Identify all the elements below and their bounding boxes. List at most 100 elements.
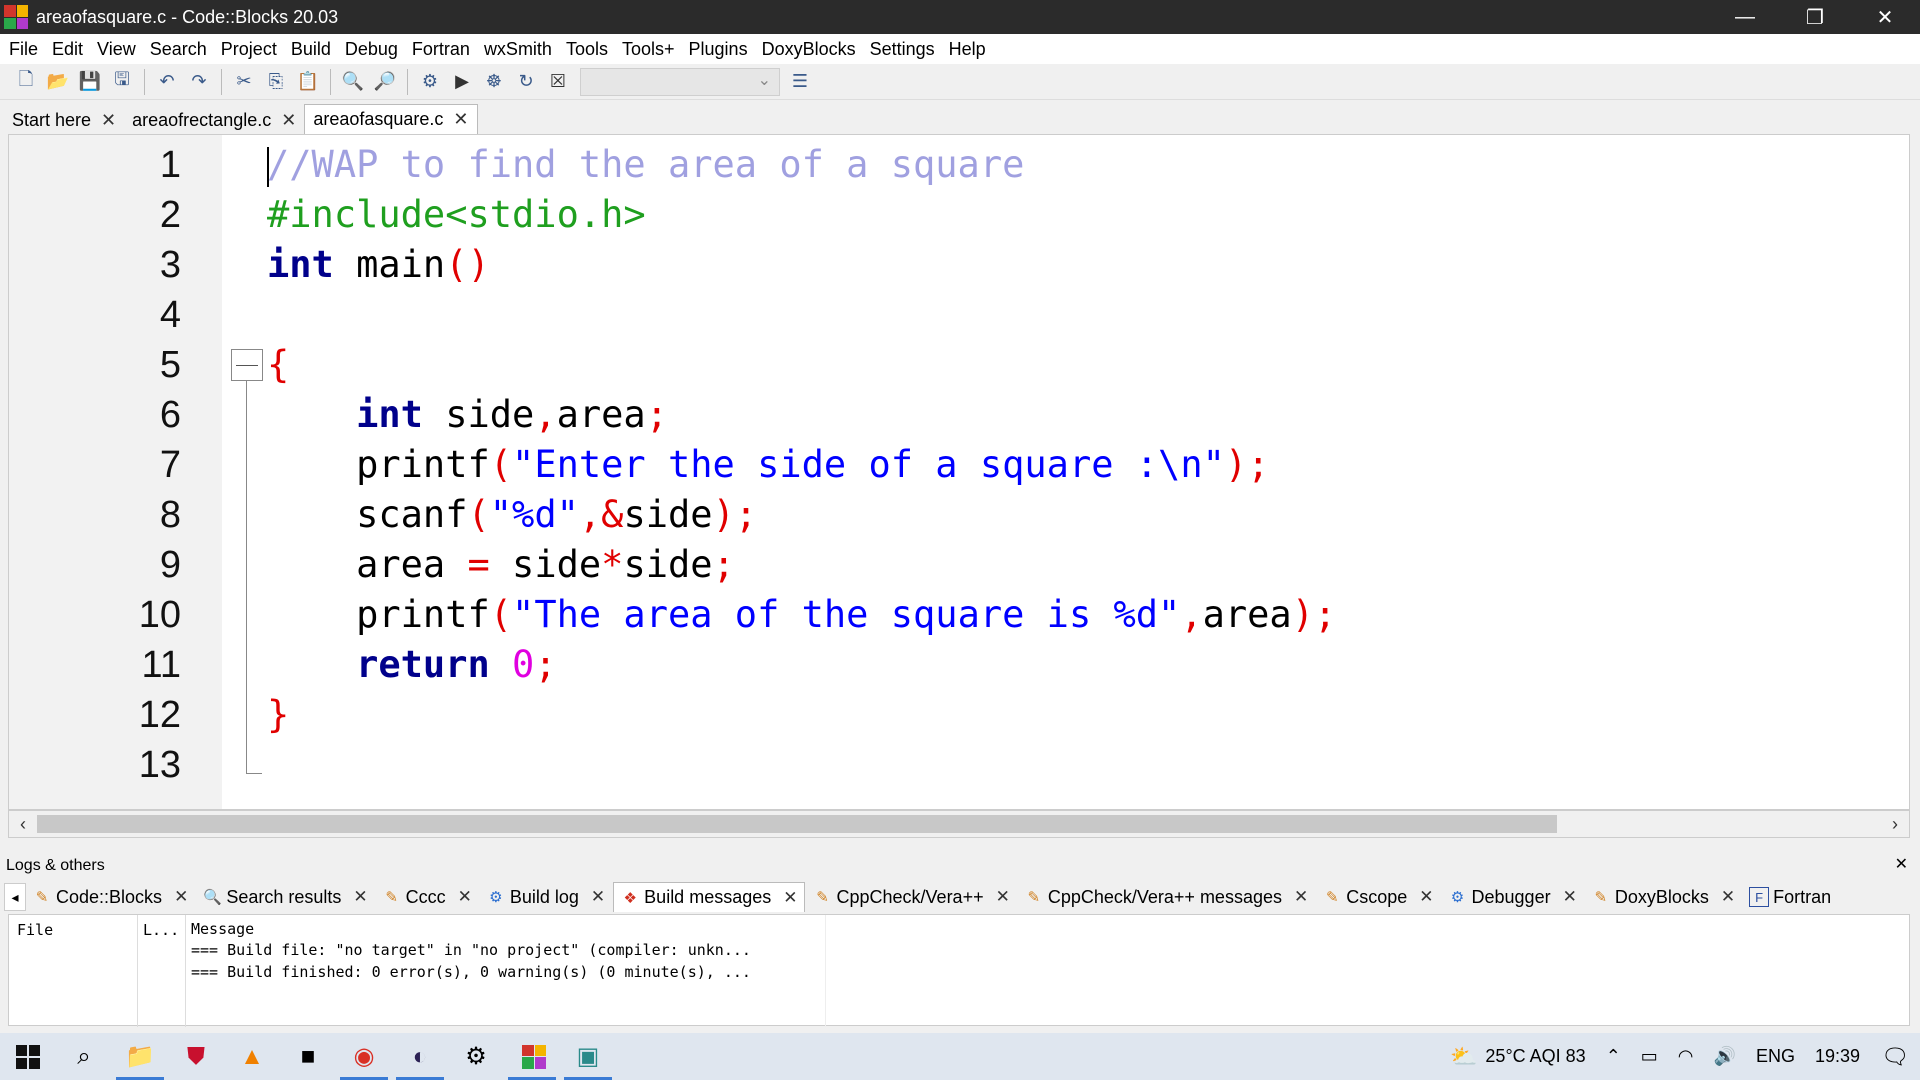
build-target-select[interactable] <box>580 67 780 96</box>
language-indicator[interactable]: ENG <box>1756 1046 1795 1067</box>
column-header-line[interactable]: L... <box>143 921 179 939</box>
restore-button[interactable]: ❐ <box>1780 0 1850 34</box>
copy-icon[interactable]: ⎘ <box>262 68 290 96</box>
fold-guide-end <box>246 773 262 774</box>
close-button[interactable]: ✕ <box>1850 0 1920 34</box>
terminal-icon[interactable]: ■ <box>280 1033 336 1080</box>
log-tab-fortran[interactable]: F Fortran <box>1743 882 1837 912</box>
clock[interactable]: 19:39 <box>1815 1046 1860 1067</box>
scroll-right-icon[interactable]: › <box>1885 813 1905 835</box>
redo-icon[interactable]: ↷ <box>185 68 213 96</box>
replace-icon[interactable]: 🔎 <box>371 68 399 96</box>
close-icon[interactable]: ✕ <box>281 110 296 131</box>
eclipse-icon[interactable]: ◐ <box>392 1033 448 1080</box>
menu-wxsmith[interactable]: wxSmith <box>477 34 559 64</box>
list-item[interactable]: === Build finished: 0 error(s), 0 warnin… <box>191 961 751 983</box>
tab-areaofasquare[interactable]: areaofasquare.c ✕ <box>304 104 478 134</box>
show-hidden-icons-icon[interactable]: ⌃ <box>1606 1046 1621 1067</box>
menu-plugins[interactable]: Plugins <box>682 34 755 64</box>
horizontal-scrollbar[interactable]: ‹ › <box>8 810 1910 838</box>
menu-file[interactable]: File <box>2 34 45 64</box>
menu-search[interactable]: Search <box>143 34 214 64</box>
menu-fortran[interactable]: Fortran <box>405 34 477 64</box>
list-item[interactable]: === Build file: "no target" in "no proje… <box>191 939 751 961</box>
close-icon[interactable]: ✕ <box>591 887 605 907</box>
menu-edit[interactable]: Edit <box>45 34 90 64</box>
close-icon[interactable]: ✕ <box>1563 887 1577 907</box>
new-file-icon[interactable]: 🗋 <box>12 68 40 96</box>
find-icon[interactable]: 🔍 <box>339 68 367 96</box>
volume-icon[interactable]: 🔊 <box>1714 1046 1736 1067</box>
tab-scroll-left-icon[interactable]: ◂ <box>4 883 26 911</box>
close-icon[interactable]: ✕ <box>453 109 468 130</box>
codeblocks-taskbar-icon[interactable] <box>504 1033 560 1080</box>
tab-areaofrectangle[interactable]: areaofrectangle.c ✕ <box>124 106 305 134</box>
menu-settings[interactable]: Settings <box>863 34 942 64</box>
close-icon[interactable]: ✕ <box>353 887 367 907</box>
close-icon[interactable]: ✕ <box>1895 854 1908 874</box>
code-text[interactable]: //WAP to find the area of a square #incl… <box>267 140 1336 790</box>
menu-doxyblocks[interactable]: DoxyBlocks <box>755 34 863 64</box>
fold-toggle-icon[interactable] <box>231 349 263 381</box>
open-file-icon[interactable]: 📂 <box>44 68 72 96</box>
brace-token: } <box>267 693 290 736</box>
chrome-icon[interactable]: ◉ <box>336 1033 392 1080</box>
build-messages-list[interactable]: File L... Message === Build file: "no ta… <box>8 914 1910 1027</box>
menu-project[interactable]: Project <box>214 34 284 64</box>
log-tab-build-log[interactable]: ⚙ Build log ✕ <box>480 882 611 912</box>
column-header-message[interactable]: Message <box>191 921 751 937</box>
close-icon[interactable]: ✕ <box>1721 887 1735 907</box>
code-editor[interactable]: 1 2 3 4 5 6 7 8 9 10 11 12 13 //WAP to f… <box>8 134 1910 810</box>
start-button[interactable] <box>0 1033 56 1080</box>
close-icon[interactable]: ✕ <box>783 888 797 908</box>
run-icon[interactable]: ▶ <box>448 68 476 96</box>
close-icon[interactable]: ✕ <box>174 887 188 907</box>
close-icon[interactable]: ✕ <box>1419 887 1433 907</box>
log-tab-cccc[interactable]: ✎ Cccc ✕ <box>376 882 478 912</box>
mcafee-icon[interactable]: ⛊ <box>168 1033 224 1080</box>
notification-icon[interactable]: 🗨 <box>1870 1033 1920 1080</box>
save-icon[interactable]: 💾 <box>76 68 104 96</box>
menu-tools[interactable]: Tools <box>559 34 615 64</box>
close-icon[interactable]: ✕ <box>101 110 116 131</box>
undo-icon[interactable]: ↶ <box>153 68 181 96</box>
search-icon[interactable]: ⌕ <box>56 1033 112 1080</box>
column-header-file[interactable]: File <box>17 921 53 939</box>
log-tab-codeblocks[interactable]: ✎ Code::Blocks ✕ <box>26 882 194 912</box>
paste-icon[interactable]: 📋 <box>294 68 322 96</box>
log-tab-cppcheck-messages[interactable]: ✎ CppCheck/Vera++ messages ✕ <box>1018 882 1314 912</box>
weather-widget[interactable]: ⛅ 25°C AQI 83 <box>1450 1044 1586 1070</box>
log-tab-doxyblocks[interactable]: ✎ DoxyBlocks ✕ <box>1585 882 1741 912</box>
log-tab-cscope[interactable]: ✎ Cscope ✕ <box>1316 882 1439 912</box>
build-options-icon[interactable]: ☰ <box>786 68 814 96</box>
scroll-left-icon[interactable]: ‹ <box>13 813 33 835</box>
file-explorer-icon[interactable]: 📁 <box>112 1033 168 1080</box>
log-tab-cppcheck[interactable]: ✎ CppCheck/Vera++ ✕ <box>807 882 1016 912</box>
save-all-icon[interactable]: 🖫 <box>108 68 136 96</box>
close-icon[interactable]: ✕ <box>458 887 472 907</box>
build-and-run-icon[interactable]: ☸ <box>480 68 508 96</box>
rebuild-icon[interactable]: ↻ <box>512 68 540 96</box>
minimize-button[interactable]: — <box>1710 0 1780 34</box>
cut-icon[interactable]: ✂ <box>230 68 258 96</box>
menu-view[interactable]: View <box>90 34 143 64</box>
close-icon[interactable]: ✕ <box>1294 887 1308 907</box>
log-tab-build-messages[interactable]: ❖ Build messages ✕ <box>613 882 805 912</box>
build-gear-icon[interactable]: ⚙ <box>416 68 444 96</box>
settings-gear-icon[interactable]: ⚙ <box>448 1033 504 1080</box>
app-window-icon[interactable]: ▣ <box>560 1033 616 1080</box>
menu-tools-plus[interactable]: Tools+ <box>615 34 682 64</box>
abort-icon[interactable]: ☒ <box>544 68 572 96</box>
scrollbar-thumb[interactable] <box>37 815 1557 833</box>
line-number: 13 <box>138 744 181 786</box>
menu-help[interactable]: Help <box>942 34 993 64</box>
menu-build[interactable]: Build <box>284 34 338 64</box>
wifi-icon[interactable]: ◠ <box>1678 1046 1694 1067</box>
vlc-icon[interactable]: ▲ <box>224 1033 280 1080</box>
log-tab-search-results[interactable]: 🔍 Search results ✕ <box>196 882 373 912</box>
close-icon[interactable]: ✕ <box>996 887 1010 907</box>
battery-icon[interactable]: ▭ <box>1641 1046 1658 1067</box>
tab-start-here[interactable]: Start here ✕ <box>4 106 125 134</box>
menu-debug[interactable]: Debug <box>338 34 405 64</box>
log-tab-debugger[interactable]: ⚙ Debugger ✕ <box>1442 882 1583 912</box>
